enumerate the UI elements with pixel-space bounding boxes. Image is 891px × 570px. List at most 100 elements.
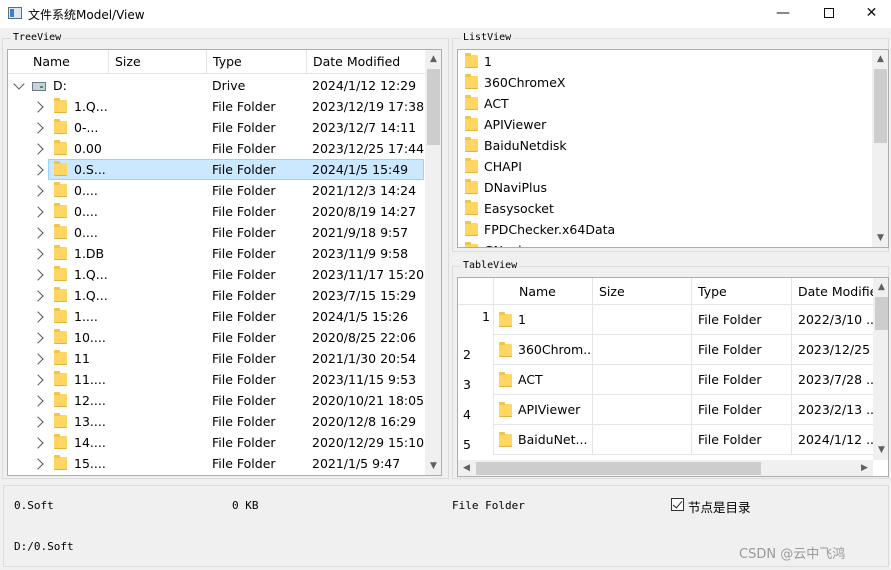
chevron-right-icon[interactable] [32,458,44,470]
chevron-right-icon[interactable] [32,122,44,134]
scroll-thumb[interactable] [427,69,440,145]
chevron-right-icon[interactable] [32,290,44,302]
table-cell-date[interactable]: 2023/2/13 ... [792,395,874,425]
maximize-button[interactable] [806,0,852,28]
table-header-size[interactable]: Size [593,278,692,305]
table-vertical-scrollbar[interactable]: ▲ ▼ [873,278,888,460]
table-cell-type[interactable]: File Folder [692,335,792,365]
table-cell-size[interactable] [593,335,692,365]
table-header-type[interactable]: Type [692,278,792,305]
list-vertical-scrollbar[interactable]: ▲ ▼ [872,50,888,247]
scroll-thumb[interactable] [875,297,888,330]
table-cell-name[interactable]: ACT [494,365,593,395]
table-horizontal-scrollbar[interactable]: ◀ ▶ [458,460,873,476]
table-cell-size[interactable] [593,305,692,335]
list-item[interactable]: BaiduNetdisk [458,135,871,156]
table-cell-type[interactable]: File Folder [692,395,792,425]
chevron-right-icon[interactable] [32,248,44,260]
chevron-right-icon[interactable] [32,416,44,428]
scroll-down-icon[interactable]: ▼ [876,234,885,243]
list-item[interactable]: CHAPI [458,156,871,177]
table-cell-type[interactable]: File Folder [692,365,792,395]
table-cell-date[interactable]: 2023/12/25 ... [792,335,874,365]
list-item[interactable]: GNavi... [458,240,871,247]
list-item[interactable]: DNaviPlus [458,177,871,198]
chevron-right-icon[interactable] [32,206,44,218]
scroll-up-icon[interactable]: ▲ [876,55,885,64]
is-directory-label[interactable]: 节点是目录 [688,497,751,516]
table-cell-type[interactable]: File Folder [692,305,792,335]
tree-row[interactable]: 1.Q... File Folder 2023/11/17 15:20 [8,264,425,285]
tree-row[interactable]: 0.S... File Folder 2024/1/5 15:49 [8,159,425,180]
tree-row[interactable]: 0.... File Folder 2020/8/19 14:27 [8,201,425,222]
list-view[interactable]: 1 360ChromeX ACT APIViewer BaiduNetdisk CHAPI… [457,49,889,248]
chevron-right-icon[interactable] [32,311,44,323]
chevron-right-icon[interactable] [32,374,44,386]
table-row[interactable]: 4 APIViewer File Folder 2023/2/13 ... [458,395,878,425]
table-cell-date[interactable]: 2024/1/12 ... [792,425,874,455]
chevron-right-icon[interactable] [32,227,44,239]
table-cell-name[interactable]: 1 [494,305,593,335]
table-header-date[interactable]: Date Modifie [792,278,874,305]
table-row[interactable]: 1 1 File Folder 2022/3/10 ... [458,305,878,335]
tree-header-name[interactable]: Name [8,50,109,74]
tree-row[interactable]: 11 File Folder 2021/1/30 20:54 [8,348,425,369]
tree-row[interactable]: 13.... File Folder 2020/12/8 16:29 [8,411,425,432]
chevron-right-icon[interactable] [32,164,44,176]
is-directory-checkbox[interactable] [671,498,684,511]
chevron-right-icon[interactable] [32,185,44,197]
chevron-right-icon[interactable] [32,353,44,365]
tree-row[interactable]: 0.... File Folder 2021/12/3 14:24 [8,180,425,201]
table-cell-size[interactable] [593,425,692,455]
scroll-thumb[interactable] [476,462,761,475]
table-row-number[interactable]: 1 [458,305,494,335]
table-header-name[interactable]: Name [494,278,593,305]
table-row[interactable]: 2 360Chrom... File Folder2023/12/25 ... [458,335,878,365]
table-cell-name[interactable]: APIViewer [494,395,593,425]
tree-header-size[interactable]: Size [109,50,207,74]
minimize-button[interactable]: — [760,0,806,28]
tree-row[interactable]: 1.Q... File Folder 2023/7/15 15:29 [8,285,425,306]
scroll-right-icon[interactable]: ▶ [860,464,869,473]
tree-row[interactable]: 12.... File Folder 2020/10/21 18:05 [8,390,425,411]
close-button[interactable]: ✕ [852,0,891,28]
table-row-number[interactable]: 3 [458,365,494,395]
chevron-right-icon[interactable] [32,143,44,155]
scroll-up-icon[interactable]: ▲ [877,283,886,292]
tree-vertical-scrollbar[interactable]: ▲ ▼ [425,50,441,475]
table-cell-type[interactable]: File Folder [692,425,792,455]
list-item[interactable]: APIViewer [458,114,871,135]
table-row[interactable]: 3 ACT File Folder 2023/7/28 ... [458,365,878,395]
table-row-number[interactable]: 5 [458,425,494,455]
tree-row[interactable]: 1.DB File Folder 2023/11/9 9:58 [8,243,425,264]
chevron-right-icon[interactable] [32,101,44,113]
scroll-left-icon[interactable]: ◀ [462,464,471,473]
table-row[interactable]: 5 BaiduNet... File Folder 2024/1/12 ... [458,425,878,455]
list-item[interactable]: Easysocket [458,198,871,219]
scroll-up-icon[interactable]: ▲ [429,55,438,64]
tree-row[interactable]: 15.... File Folder 2021/1/5 9:47 [8,453,425,474]
table-cell-date[interactable]: 2022/3/10 ... [792,305,874,335]
chevron-right-icon[interactable] [32,437,44,449]
table-cell-name[interactable]: BaiduNet... [494,425,593,455]
tree-row[interactable]: 0.... File Folder 2021/9/18 9:57 [8,222,425,243]
table-row-number[interactable]: 4 [458,395,494,425]
tree-row[interactable]: 1.... File Folder 2024/1/5 15:26 [8,306,425,327]
tree-row[interactable]: 11.... File Folder 2023/11/15 9:53 [8,369,425,390]
table-view[interactable]: Name Size Type Date Modifie 1 1 File Folde… [457,277,889,477]
list-item[interactable]: ACT [458,93,871,114]
list-item[interactable]: 1 [458,51,871,72]
chevron-right-icon[interactable] [32,332,44,344]
tree-row[interactable]: 0.00 File Folder 2023/12/25 17:44 [8,138,425,159]
scroll-down-icon[interactable]: ▼ [429,462,438,471]
tree-view[interactable]: Name Size Type Date Modified D: Drive 20… [7,49,442,476]
table-cell-date[interactable]: 2023/7/28 ... [792,365,874,395]
scroll-down-icon[interactable]: ▼ [877,446,886,455]
list-item[interactable]: 360ChromeX [458,72,871,93]
tree-row[interactable]: 0-... File Folder 2023/12/7 14:11 [8,117,425,138]
scroll-thumb[interactable] [874,69,887,143]
tree-root-row[interactable]: D: Drive 2024/1/12 12:29 [8,75,425,96]
tree-row[interactable]: 1.Q... File Folder 2023/12/19 17:38 [8,96,425,117]
tree-row[interactable]: 14.... File Folder 2020/12/29 15:10 [8,432,425,453]
chevron-down-icon[interactable] [13,78,25,90]
